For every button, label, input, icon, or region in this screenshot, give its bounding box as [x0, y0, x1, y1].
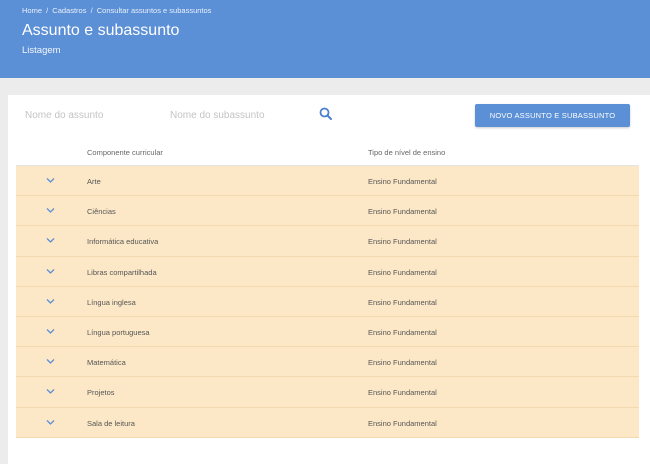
search-button[interactable]	[318, 105, 334, 123]
cell-tipo: Ensino Fundamental	[368, 267, 437, 277]
cell-componente: Projetos	[87, 388, 115, 398]
results-table: Componente curricular Tipo de nível de e…	[16, 142, 639, 438]
breadcrumb-separator: /	[46, 6, 49, 15]
cell-tipo: Ensino Fundamental	[368, 237, 437, 247]
cell-componente: Informática educativa	[87, 237, 159, 247]
chevron-down-icon[interactable]	[46, 328, 55, 335]
search-icon	[319, 107, 332, 120]
breadcrumb-home[interactable]: Home	[22, 6, 42, 15]
breadcrumb-current: Consultar assuntos e subassuntos	[96, 6, 212, 15]
cell-componente: Língua inglesa	[87, 297, 136, 307]
cell-tipo: Ensino Fundamental	[368, 207, 437, 217]
table-header: Componente curricular Tipo de nível de e…	[16, 142, 639, 166]
table-row[interactable]: Matemática Ensino Fundamental	[16, 347, 639, 378]
assunto-name-input[interactable]	[25, 105, 155, 125]
page-title: Assunto e subassunto	[22, 22, 180, 39]
subassunto-name-input[interactable]	[170, 105, 310, 125]
cell-componente: Sala de leitura	[87, 418, 135, 428]
table-row[interactable]: Informática educativa Ensino Fundamental	[16, 226, 639, 257]
chevron-down-icon[interactable]	[46, 207, 55, 214]
cell-tipo: Ensino Fundamental	[368, 327, 437, 337]
chevron-down-icon[interactable]	[46, 419, 55, 426]
chevron-down-icon[interactable]	[46, 177, 55, 184]
cell-tipo: Ensino Fundamental	[368, 388, 437, 398]
column-header-componente: Componente curricular	[87, 148, 163, 157]
breadcrumb: Home / Cadastros / Consultar assuntos e …	[22, 6, 211, 15]
chevron-down-icon[interactable]	[46, 298, 55, 305]
cell-tipo: Ensino Fundamental	[368, 297, 437, 307]
chevron-down-icon[interactable]	[46, 358, 55, 365]
chevron-down-icon[interactable]	[46, 268, 55, 275]
column-header-tipo: Tipo de nível de ensino	[368, 148, 446, 157]
table-body: Arte Ensino Fundamental Ciências Ensino …	[16, 166, 639, 438]
new-assunto-button[interactable]: NOVO ASSUNTO E SUBASSUNTO	[475, 104, 630, 127]
page-header: Home / Cadastros / Consultar assuntos e …	[0, 0, 650, 78]
table-row[interactable]: Língua inglesa Ensino Fundamental	[16, 286, 639, 317]
cell-tipo: Ensino Fundamental	[368, 177, 437, 186]
table-row[interactable]: Projetos Ensino Fundamental	[16, 377, 639, 408]
table-row[interactable]: Sala de leitura Ensino Fundamental	[16, 407, 639, 438]
listing-card: NOVO ASSUNTO E SUBASSUNTO Componente cur…	[8, 95, 650, 464]
cell-componente: Libras compartilhada	[87, 267, 157, 277]
table-row[interactable]: Libras compartilhada Ensino Fundamental	[16, 256, 639, 287]
cell-componente: Arte	[87, 177, 101, 186]
cell-tipo: Ensino Fundamental	[368, 358, 437, 368]
cell-componente: Matemática	[87, 358, 126, 368]
chevron-down-icon[interactable]	[46, 237, 55, 244]
table-row[interactable]: Língua portuguesa Ensino Fundamental	[16, 316, 639, 348]
cell-tipo: Ensino Fundamental	[368, 418, 437, 428]
table-row[interactable]: Arte Ensino Fundamental	[16, 166, 639, 197]
breadcrumb-separator: /	[90, 6, 93, 15]
breadcrumb-cadastros[interactable]: Cadastros	[52, 6, 86, 15]
table-row[interactable]: Ciências Ensino Fundamental	[16, 196, 639, 227]
page-subtitle: Listagem	[22, 45, 61, 56]
chevron-down-icon[interactable]	[46, 388, 55, 395]
cell-componente: Língua portuguesa	[87, 327, 150, 337]
cell-componente: Ciências	[87, 207, 116, 217]
